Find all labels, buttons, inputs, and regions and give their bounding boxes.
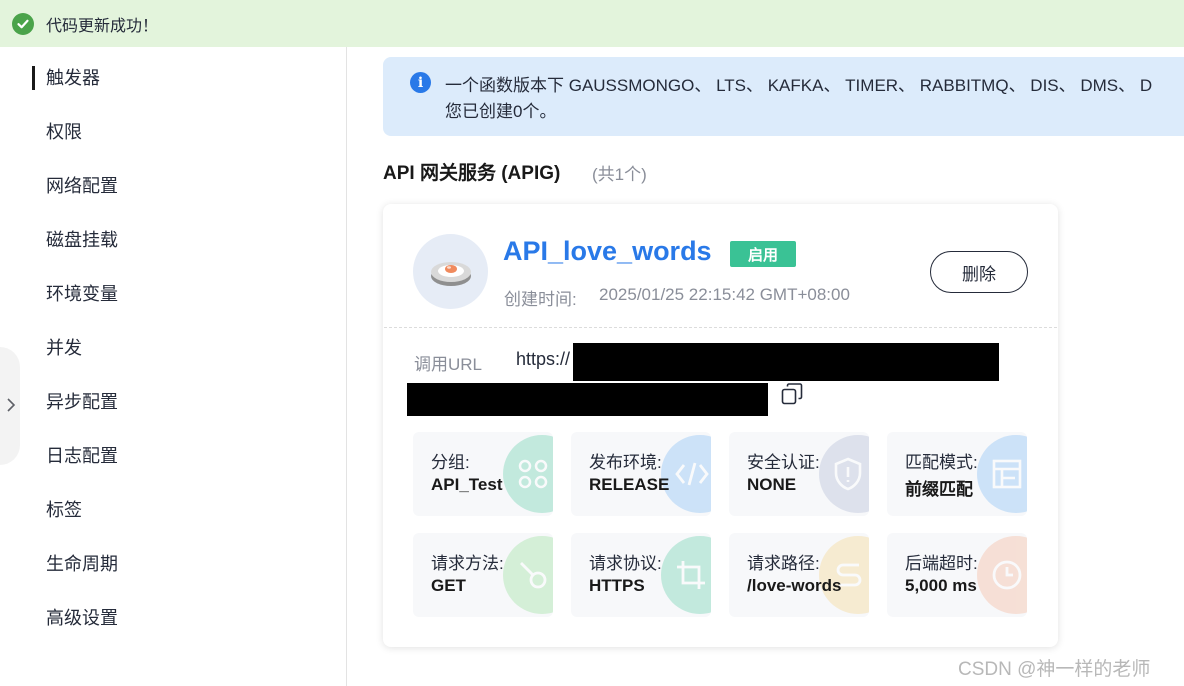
path-icon: [819, 536, 869, 614]
redaction-block: [407, 383, 768, 416]
code-icon: [661, 435, 711, 513]
sidebar-item-tags[interactable]: 标签: [46, 497, 82, 523]
detail-value: GET: [431, 576, 466, 595]
chevron-right-icon[interactable]: [4, 393, 18, 417]
detail-tile-auth: 安全认证: NONE: [729, 432, 869, 516]
sidebar-item-triggers[interactable]: 触发器: [46, 65, 100, 91]
success-notification: 代码更新成功！: [0, 0, 1184, 47]
sidebar-item-disk-mount[interactable]: 磁盘挂载: [46, 227, 118, 253]
detail-label: 发布环境:: [589, 453, 662, 472]
created-time-value: 2025/01/25 22:15:42 GMT+08:00: [599, 285, 850, 304]
grid-icon: [503, 435, 553, 513]
detail-label: 后端超时:: [905, 554, 978, 573]
url-value[interactable]: https://: [516, 349, 570, 370]
clock-icon: [977, 536, 1027, 614]
redaction-block: [573, 343, 999, 381]
detail-value: 前缀匹配: [905, 480, 973, 499]
sidebar-item-env-vars[interactable]: 环境变量: [46, 281, 118, 307]
url-label: 调用URL: [414, 355, 483, 374]
detail-tile-match-mode: 匹配模式: 前缀匹配: [887, 432, 1027, 516]
method-icon: [503, 536, 553, 614]
detail-tile-path: 请求路径: /love-words: [729, 533, 869, 617]
crop-icon: [661, 536, 711, 614]
sidebar-item-async[interactable]: 异步配置: [46, 389, 118, 415]
detail-tile-protocol: 请求协议: HTTPS: [571, 533, 711, 617]
detail-tile-environment: 发布环境: RELEASE: [571, 432, 711, 516]
sidebar-item-permissions[interactable]: 权限: [46, 119, 82, 145]
apig-logo-icon: [413, 234, 488, 309]
sidebar-item-lifecycle[interactable]: 生命周期: [46, 551, 118, 577]
created-time-label: 创建时间:: [504, 290, 577, 309]
detail-tile-method: 请求方法: GET: [413, 533, 553, 617]
section-title: API 网关服务 (APIG): [383, 163, 561, 184]
info-icon: i: [410, 72, 431, 93]
sidebar-item-network[interactable]: 网络配置: [46, 173, 118, 199]
sidebar-item-concurrency[interactable]: 并发: [46, 335, 82, 361]
detail-label: 请求方法:: [431, 554, 504, 573]
detail-label: 匹配模式:: [905, 453, 978, 472]
detail-tile-timeout: 后端超时: 5,000 ms: [887, 533, 1027, 617]
watermark: CSDN @神一样的老师: [958, 659, 1151, 680]
trigger-name-link[interactable]: API_love_words: [503, 236, 712, 267]
layout-icon: [977, 435, 1027, 513]
info-text-line2: 您已创建0个。: [445, 102, 557, 121]
detail-label: 请求协议:: [589, 554, 662, 573]
detail-value: API_Test: [431, 475, 503, 494]
detail-value: NONE: [747, 475, 797, 494]
info-text-line1: 一个函数版本下 GAUSSMONGO、 LTS、 KAFKA、 TIMER、 R…: [445, 76, 1153, 95]
detail-label: 分组:: [431, 453, 470, 472]
detail-value: /love-words: [747, 576, 842, 595]
shield-icon: [819, 435, 869, 513]
success-message: 代码更新成功！: [46, 17, 159, 35]
section-count: (共1个): [592, 165, 647, 184]
copy-icon[interactable]: [780, 382, 804, 406]
detail-tile-group: 分组: API_Test: [413, 432, 553, 516]
detail-label: 安全认证:: [747, 453, 820, 472]
check-circle-icon: [12, 12, 34, 35]
detail-label: 请求路径:: [747, 554, 820, 573]
detail-value: HTTPS: [589, 576, 645, 595]
active-item-marker: [32, 66, 35, 90]
sidebar-item-logging[interactable]: 日志配置: [46, 443, 118, 469]
status-badge: 启用: [730, 241, 796, 267]
detail-value: RELEASE: [589, 475, 670, 494]
detail-value: 5,000 ms: [905, 576, 977, 595]
delete-button[interactable]: 删除: [930, 251, 1028, 293]
card-divider: [384, 327, 1057, 328]
sidebar-item-advanced[interactable]: 高级设置: [46, 605, 118, 631]
